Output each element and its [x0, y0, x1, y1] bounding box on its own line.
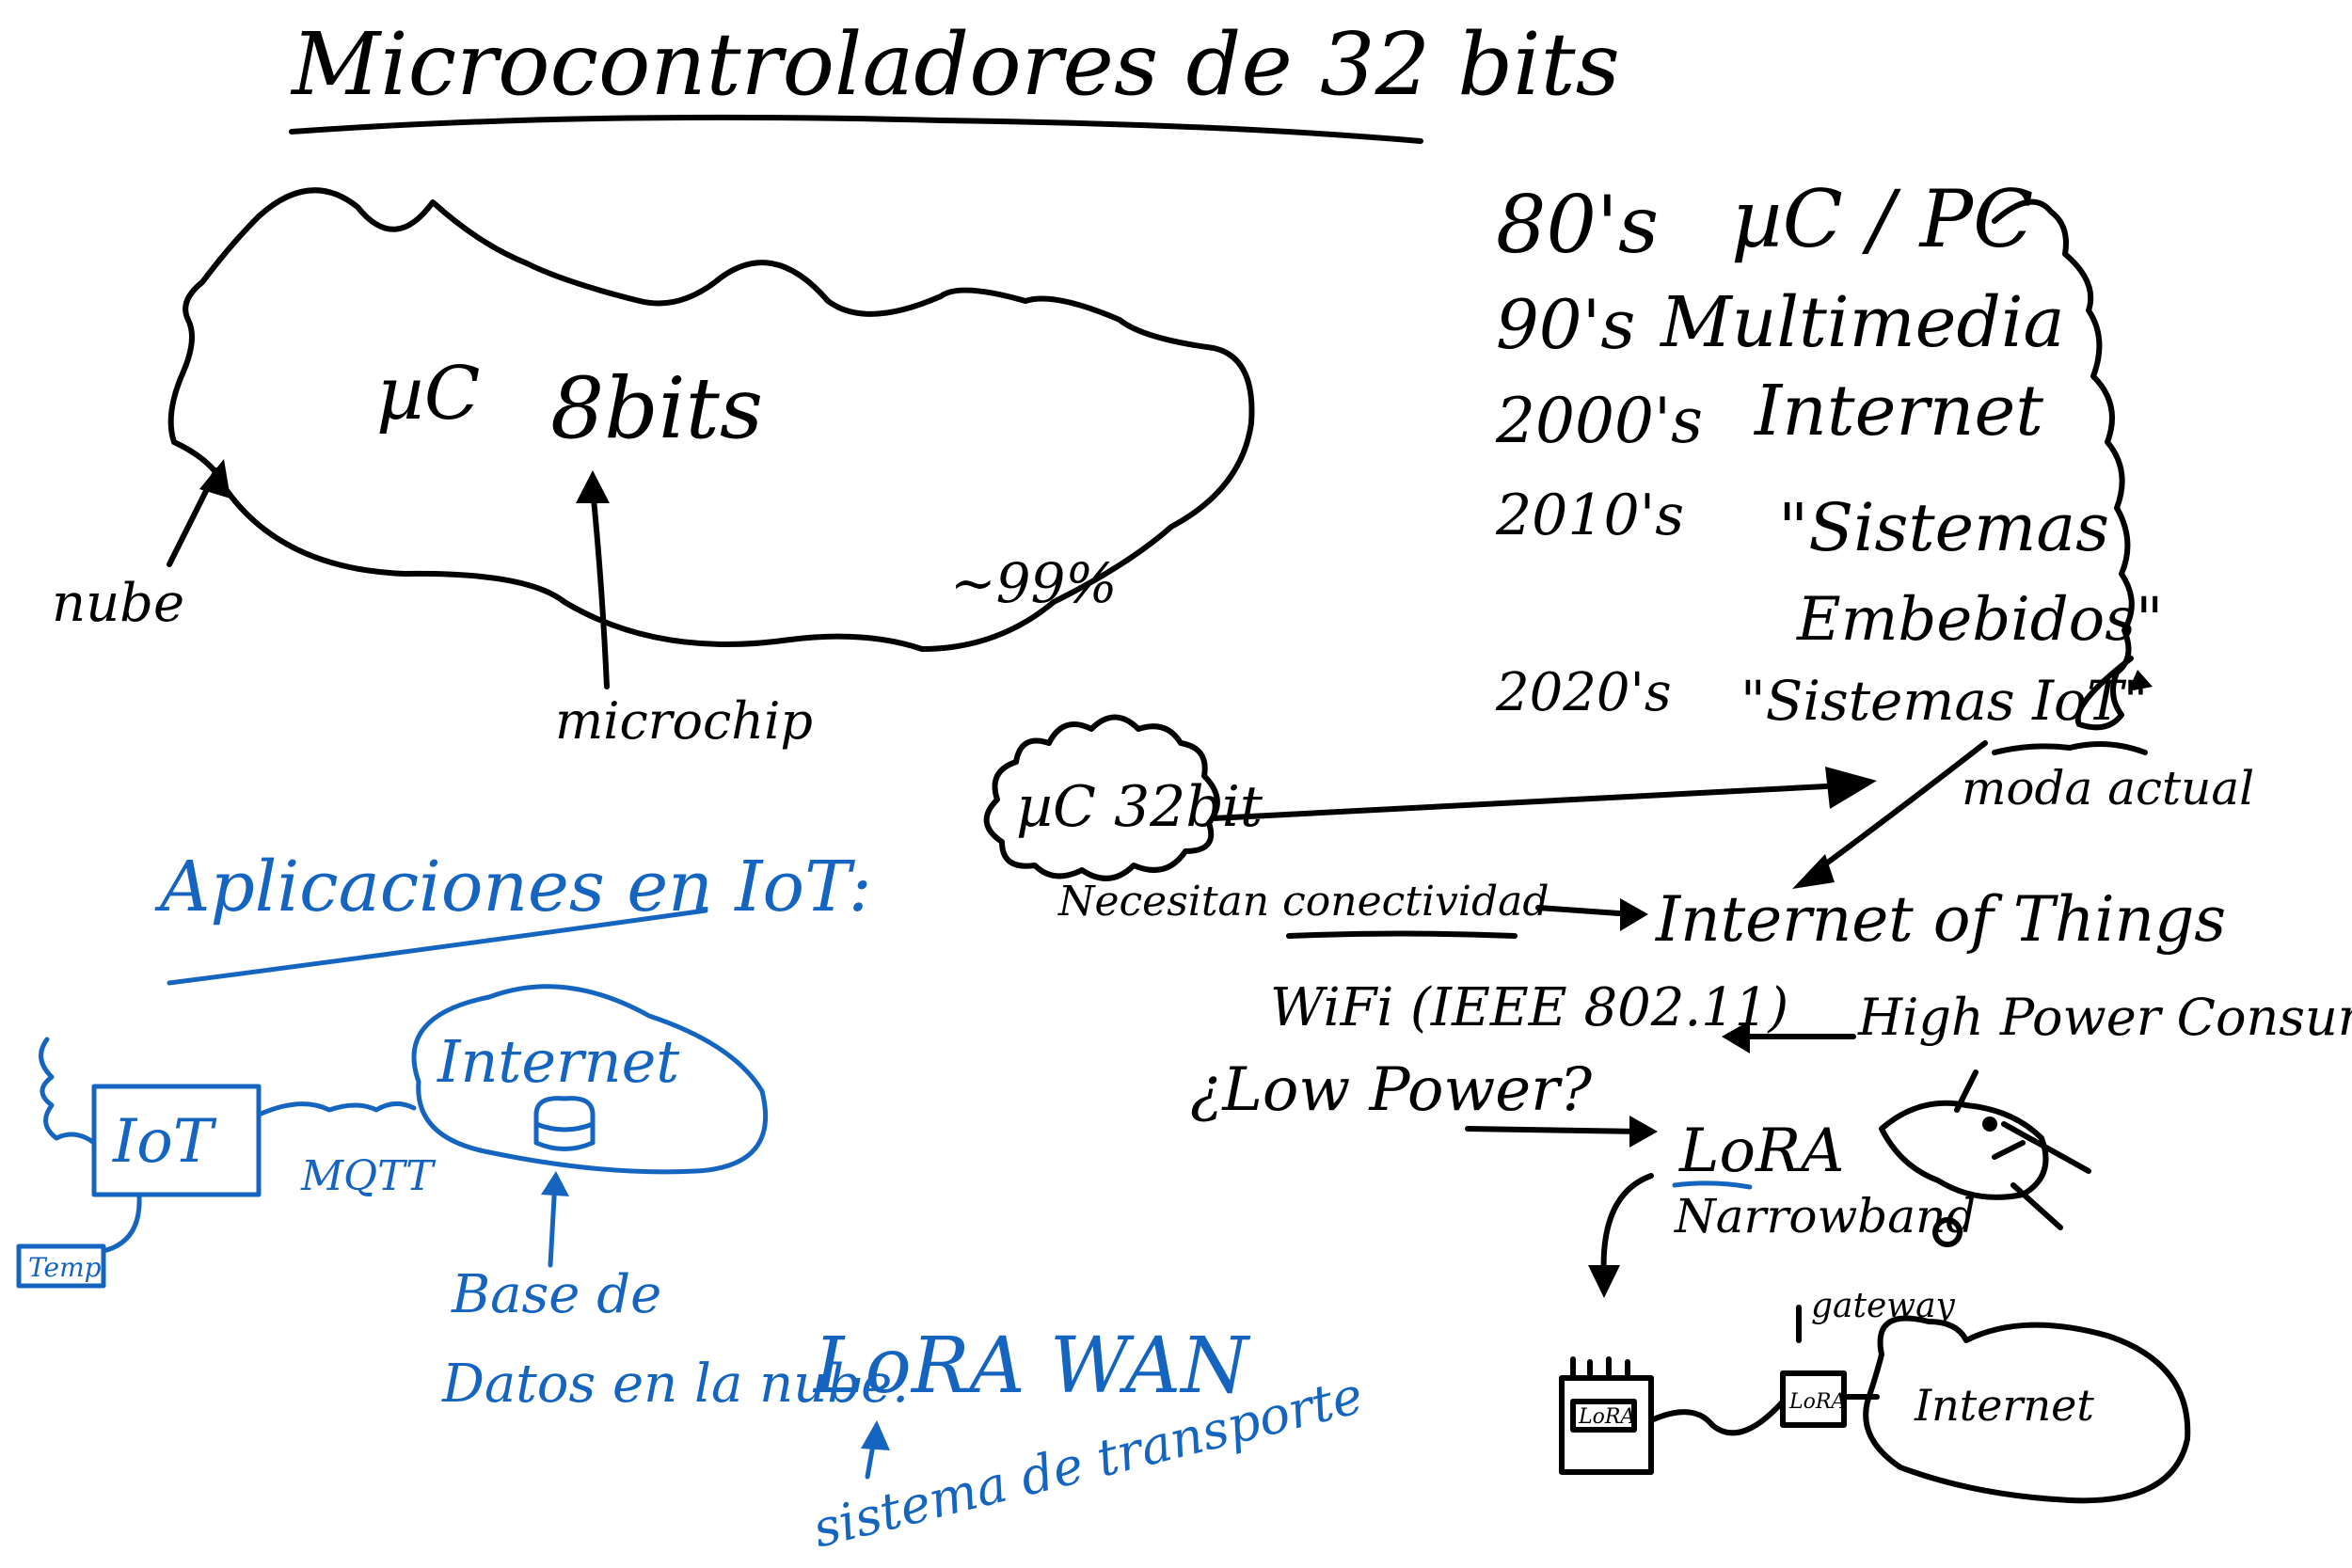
necesitan-to-iot-arrow: [1535, 905, 1635, 917]
lora-device-pins: [1570, 1356, 1630, 1378]
cloud-8bit-bits-label: 8bits: [550, 359, 763, 458]
timeline-text-80s: µC / PC: [1731, 173, 2033, 265]
lora-underline: [1672, 1180, 1753, 1190]
wifi-label: WiFi (IEEE 802.11): [1270, 977, 1788, 1038]
timeline-text-90s: Multimedia: [1659, 282, 2065, 363]
timeline-text-2010s-a: "Sistemas: [1778, 489, 2109, 566]
title-underline: [289, 114, 1423, 144]
narrowband-label: Narrowband: [1674, 1189, 1976, 1243]
iot-main-label: Internet of Things: [1655, 883, 2226, 956]
apps-base-label-1: Base de: [451, 1264, 661, 1325]
apps-iot-label: IoT: [112, 1107, 217, 1177]
apps-mqtt-link: [256, 1101, 417, 1117]
apps-lorawan-arrowhead: [861, 1420, 890, 1450]
moda-to-iot-arrow: [1808, 740, 1988, 878]
low-power-label: ¿Low Power?: [1190, 1055, 1593, 1125]
doodle-dot: [1982, 1117, 1997, 1132]
lora-down-arrowhead: [1588, 1265, 1620, 1298]
gateway-label: gateway: [1811, 1287, 1956, 1325]
microchip-arrow: [590, 486, 610, 689]
device-to-gateway-link: [1648, 1399, 1786, 1436]
apps-mqtt-label: MQTT: [300, 1152, 437, 1200]
timeline-decade-2020s: 2020's: [1495, 662, 1672, 723]
cloud-8bit-percent: ~99%: [950, 551, 1118, 615]
necesitan-label: Necesitan conectividad: [1057, 878, 1549, 926]
whiteboard-canvas: Microcontroladores de 32 bits µC 8bits ~…: [16, 14, 2352, 1560]
apps-internet-label: Internet: [437, 1027, 679, 1096]
moda-actual-underline: [1992, 741, 2148, 755]
page-title: Microcontroladores de 32 bits: [290, 14, 1620, 115]
cloud32-to-2020s-arrow: [1211, 783, 1847, 821]
cloud-8bit-uc-label: µC: [376, 352, 480, 436]
lora-label: LoRA: [1678, 1117, 1844, 1186]
low-power-arrow: [1465, 1126, 1645, 1134]
timeline-decade-80s: 80's: [1496, 179, 1659, 271]
timeline-decade-90s: 90's: [1496, 285, 1635, 364]
timeline: 80's µC / PC 90's Multimedia 2000's Inte…: [1495, 173, 2163, 733]
low-power-arrowhead: [1629, 1116, 1658, 1148]
necesitan-underline: [1286, 930, 1518, 939]
apps-base-arrowhead: [541, 1171, 569, 1196]
timeline-text-2010s-b: Embebidos": [1796, 585, 2163, 655]
database-icon: [533, 1096, 596, 1151]
internet-right-label: Internet: [1914, 1380, 2094, 1431]
lora-device-label: LoRA: [1578, 1405, 1635, 1429]
apps-temp-link: [101, 1194, 142, 1254]
moda-actual-label: moda actual: [1962, 761, 2254, 816]
apps-antenna: [39, 1037, 97, 1146]
microchip-label: microchip: [555, 691, 813, 751]
cloud32-to-2020s-arrowhead: [1825, 767, 1877, 809]
timeline-text-2000s: Internet: [1753, 371, 2043, 451]
timeline-decade-2010s: 2010's: [1495, 483, 1684, 548]
timeline-decade-2000s: 2000's: [1495, 385, 1703, 457]
apps-lorawan-label: LoRA WAN: [812, 1322, 1251, 1411]
gateway-box-label: LoRA: [1788, 1390, 1846, 1414]
microchip-arrowhead: [576, 470, 610, 503]
apps-heading: Aplicaciones en IoT:: [154, 847, 872, 927]
lora-down-arrow: [1600, 1173, 1654, 1282]
nube-label: nube: [52, 573, 184, 634]
cloud-32bit-label: µC 32bit: [1016, 774, 1263, 840]
apps-temp-label: Temp: [28, 1252, 102, 1283]
high-power-label: High Power Consumption: [1857, 988, 2352, 1047]
necesitan-arrowhead: [1620, 898, 1648, 931]
